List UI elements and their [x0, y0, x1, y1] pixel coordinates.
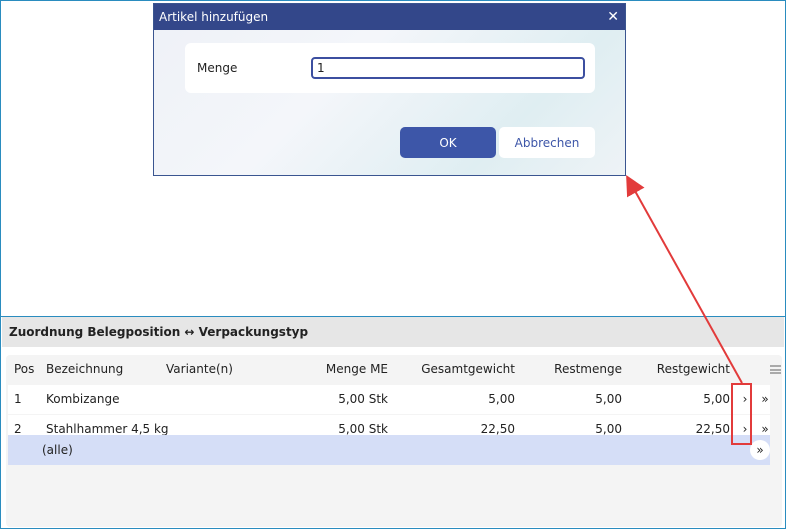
all-items-row[interactable]: (alle) »: [8, 435, 770, 465]
col-header-menge[interactable]: Menge ME: [308, 355, 388, 384]
menu-icon[interactable]: [770, 365, 781, 374]
cell-gesamtgewicht: 5,00: [488, 392, 515, 406]
col-header-variante[interactable]: Variante(n): [166, 355, 233, 384]
quantity-label: Menge: [197, 61, 238, 75]
col-header-pos[interactable]: Pos: [14, 355, 34, 384]
table-header: Pos Bezeichnung Variante(n) Menge ME Ges…: [8, 355, 781, 384]
close-icon[interactable]: ✕: [607, 10, 619, 24]
cell-pos: 1: [14, 392, 22, 406]
quantity-input[interactable]: [311, 57, 585, 79]
col-header-gesamtgewicht[interactable]: Gesamtgewicht: [408, 355, 515, 384]
col-header-restmenge[interactable]: Restmenge: [528, 355, 622, 384]
cell-menge: 5,00 Stk: [338, 392, 388, 406]
cell-restgewicht: 5,00: [703, 392, 730, 406]
assignment-pane: Zuordnung Belegposition ↔ Verpackungstyp…: [0, 316, 786, 529]
col-header-restgewicht[interactable]: Restgewicht: [638, 355, 730, 384]
double-chevron-right-icon[interactable]: »: [750, 440, 770, 460]
col-header-bezeichnung[interactable]: Bezeichnung: [46, 355, 123, 384]
dialog-titlebar: Artikel hinzufügen ✕: [154, 4, 625, 30]
all-items-label: (alle): [42, 443, 73, 457]
double-chevron-right-icon[interactable]: »: [756, 390, 774, 408]
quantity-field-panel: Menge: [185, 43, 595, 93]
dialog-title: Artikel hinzufügen: [159, 10, 269, 24]
cell-restmenge: 5,00: [595, 392, 622, 406]
add-article-dialog: Artikel hinzufügen ✕ Menge OK Abbrechen: [153, 3, 626, 176]
cancel-button[interactable]: Abbrechen: [499, 127, 595, 158]
section-title: Zuordnung Belegposition ↔ Verpackungstyp: [2, 317, 784, 347]
cell-bezeichnung: Kombizange: [46, 392, 120, 406]
ok-button[interactable]: OK: [400, 127, 496, 158]
highlight-box: [731, 383, 752, 445]
table-row[interactable]: 1 Kombizange 5,00 Stk 5,00 5,00 5,00 › »: [8, 385, 770, 414]
